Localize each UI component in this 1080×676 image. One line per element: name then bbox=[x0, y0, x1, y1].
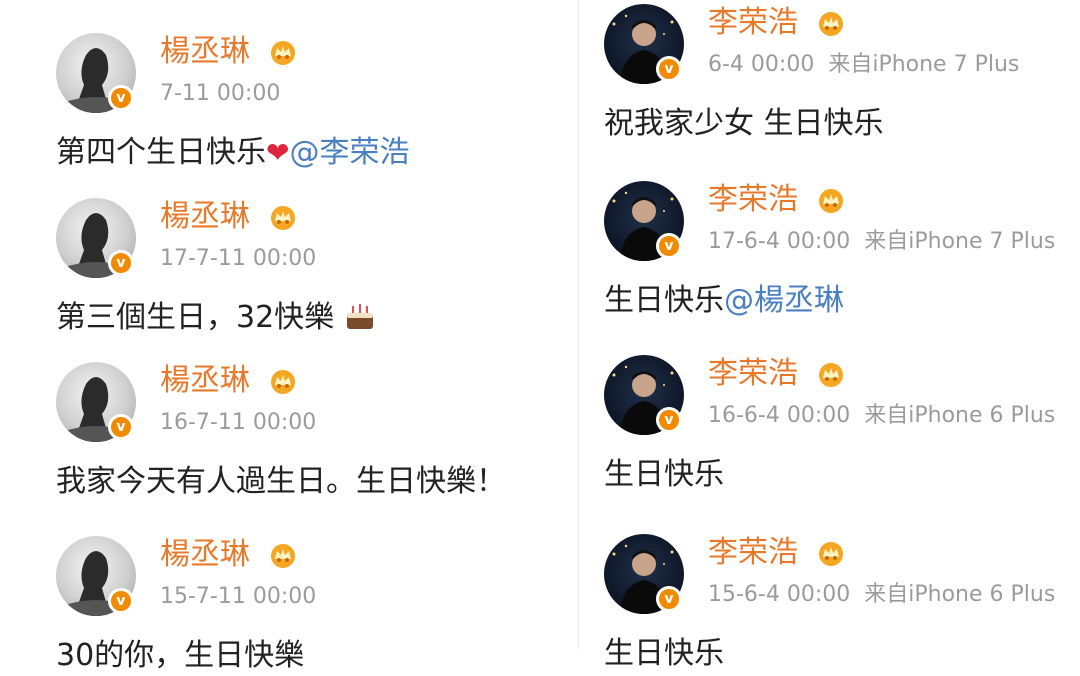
username-text[interactable]: 楊丞琳 bbox=[160, 34, 250, 69]
post-text: 第四个生日快乐 bbox=[56, 135, 266, 170]
post-meta: 17-7-11 00:00 bbox=[160, 244, 316, 274]
crown-icon bbox=[270, 40, 295, 65]
post-meta: 6-4 00:00 来自iPhone 7 Plus bbox=[708, 50, 1019, 80]
post-content: 30的你，生日快樂 bbox=[56, 636, 304, 676]
post-meta: 15-7-11 00:00 bbox=[160, 582, 316, 612]
verified-badge: v bbox=[108, 588, 134, 614]
verified-badge: v bbox=[656, 233, 682, 259]
username[interactable]: 楊丞琳 bbox=[160, 198, 298, 236]
post-content: 生日快乐 bbox=[604, 634, 724, 674]
post-source[interactable]: 来自iPhone 6 Plus bbox=[864, 403, 1055, 428]
post-content: 生日快乐@楊丞琳 bbox=[604, 281, 844, 321]
post-source[interactable]: 来自iPhone 7 Plus bbox=[864, 229, 1055, 254]
username[interactable]: 楊丞琳 bbox=[160, 362, 298, 400]
post-time[interactable]: 17-7-11 00:00 bbox=[160, 246, 316, 271]
username[interactable]: 楊丞琳 bbox=[160, 536, 298, 574]
post-text: 祝我家少女 生日快乐 bbox=[604, 106, 884, 141]
crown-icon bbox=[818, 188, 843, 213]
post-time[interactable]: 7-11 00:00 bbox=[160, 81, 280, 106]
username[interactable]: 李荣浩 bbox=[708, 534, 846, 572]
post-time[interactable]: 16-7-11 00:00 bbox=[160, 410, 316, 435]
post-time[interactable]: 16-6-4 00:00 bbox=[708, 403, 850, 428]
column-divider bbox=[578, 0, 579, 649]
username-text[interactable]: 李荣浩 bbox=[708, 5, 798, 40]
post-text: 生日快乐 bbox=[604, 636, 724, 671]
post-text: 生日快乐 bbox=[604, 457, 724, 492]
username-text[interactable]: 楊丞琳 bbox=[160, 363, 250, 398]
heart-icon: ❤ bbox=[266, 136, 290, 169]
username-text[interactable]: 楊丞琳 bbox=[160, 199, 250, 234]
post-meta: 15-6-4 00:00 来自iPhone 6 Plus bbox=[708, 580, 1055, 610]
post-content: 第三個生日，32快樂 bbox=[56, 298, 376, 338]
username-text[interactable]: 李荣浩 bbox=[708, 182, 798, 217]
post-meta: 7-11 00:00 bbox=[160, 79, 280, 109]
username[interactable]: 李荣浩 bbox=[708, 181, 846, 219]
verified-badge: v bbox=[108, 414, 134, 440]
cake-icon bbox=[346, 304, 373, 329]
post-time[interactable]: 15-7-11 00:00 bbox=[160, 584, 316, 609]
crown-icon bbox=[818, 362, 843, 387]
post-time[interactable]: 15-6-4 00:00 bbox=[708, 582, 850, 607]
mention-link[interactable]: @李荣浩 bbox=[289, 135, 409, 170]
post-time[interactable]: 17-6-4 00:00 bbox=[708, 229, 850, 254]
crown-icon bbox=[818, 11, 843, 36]
verified-badge: v bbox=[656, 407, 682, 433]
verified-badge: v bbox=[108, 85, 134, 111]
username-text[interactable]: 李荣浩 bbox=[708, 356, 798, 391]
verified-badge: v bbox=[656, 586, 682, 612]
verified-badge: v bbox=[108, 250, 134, 276]
post-text: 生日快乐 bbox=[604, 283, 724, 318]
post-meta: 16-6-4 00:00 来自iPhone 6 Plus bbox=[708, 401, 1055, 431]
post-text: 第三個生日，32快樂 bbox=[56, 300, 335, 335]
crown-icon bbox=[270, 205, 295, 230]
crown-icon bbox=[270, 543, 295, 568]
post-content: 生日快乐 bbox=[604, 455, 724, 495]
post-source[interactable]: 来自iPhone 7 Plus bbox=[828, 52, 1019, 77]
post-source[interactable]: 来自iPhone 6 Plus bbox=[864, 582, 1055, 607]
post-content: 祝我家少女 生日快乐 bbox=[604, 104, 884, 144]
username[interactable]: 李荣浩 bbox=[708, 355, 846, 393]
post-meta: 16-7-11 00:00 bbox=[160, 408, 316, 438]
post-text: 我家今天有人過生日。生日快樂！ bbox=[56, 464, 506, 499]
verified-badge: v bbox=[656, 56, 682, 82]
username[interactable]: 李荣浩 bbox=[708, 4, 846, 42]
username-text[interactable]: 楊丞琳 bbox=[160, 537, 250, 572]
post-content: 我家今天有人過生日。生日快樂！ bbox=[56, 462, 506, 502]
crown-icon bbox=[818, 541, 843, 566]
post-time[interactable]: 6-4 00:00 bbox=[708, 52, 814, 77]
post-meta: 17-6-4 00:00 来自iPhone 7 Plus bbox=[708, 227, 1055, 257]
username-text[interactable]: 李荣浩 bbox=[708, 535, 798, 570]
mention-link[interactable]: @楊丞琳 bbox=[724, 283, 844, 318]
username[interactable]: 楊丞琳 bbox=[160, 33, 298, 71]
post-text: 30的你，生日快樂 bbox=[56, 638, 305, 673]
post-content: 第四个生日快乐❤@李荣浩 bbox=[56, 133, 409, 173]
crown-icon bbox=[270, 369, 295, 394]
